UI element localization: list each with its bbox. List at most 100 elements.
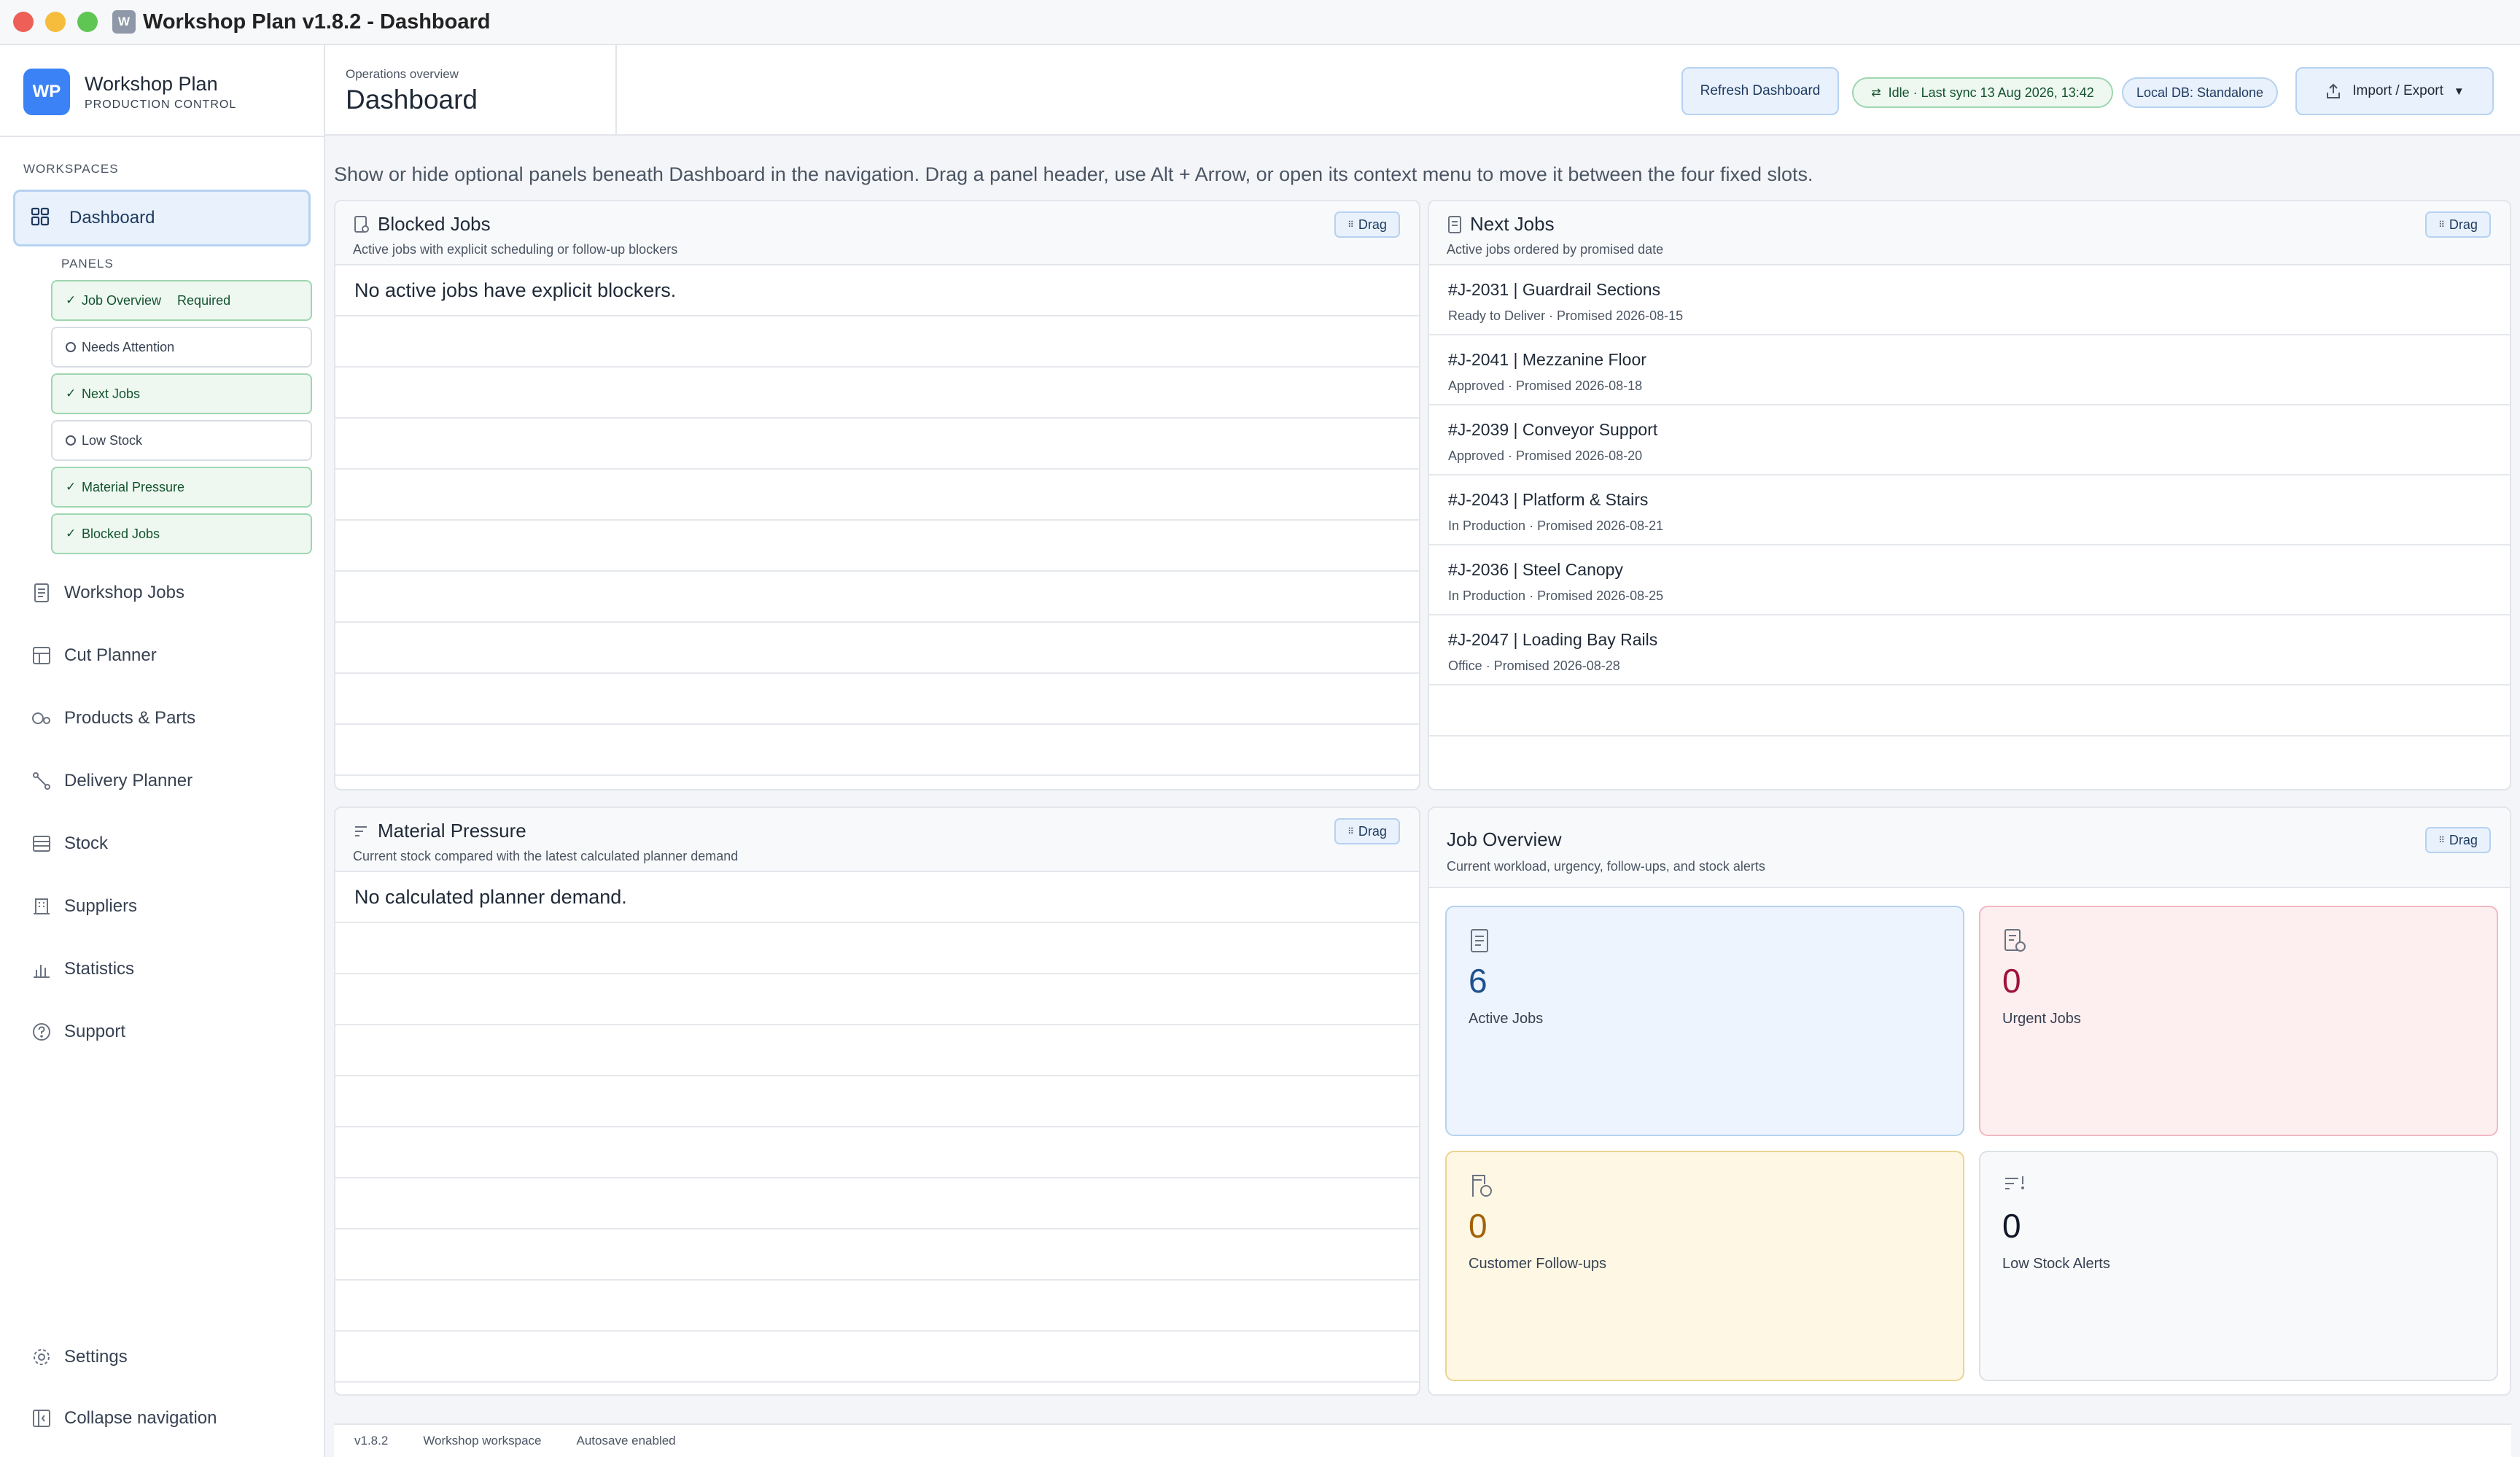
drag-label: Drag	[1358, 823, 1387, 839]
list-item[interactable]: #J-2039 | Conveyor Support Approved · Pr…	[1429, 405, 2510, 475]
stat-value: 0	[2002, 962, 2021, 1000]
workspaces-label: WORKSPACES	[23, 162, 119, 176]
low-stock-alerts-card[interactable]: 0 Low Stock Alerts	[1979, 1151, 2498, 1381]
sidebar-item-products-parts[interactable]: Products & Parts	[29, 706, 195, 731]
sidebar-item-label: Delivery Planner	[64, 771, 193, 790]
panel-toggle-job-overview[interactable]: ✓ Job Overview Required	[51, 280, 312, 321]
sidebar-divider	[0, 136, 325, 137]
panel-title: Job Overview	[1447, 828, 1562, 850]
active-jobs-card[interactable]: 6 Active Jobs	[1445, 906, 1964, 1136]
zoom-window-button[interactable]	[77, 12, 98, 32]
blocked-jobs-list: No active jobs have explicit blockers.	[335, 265, 1419, 789]
panel-title: Material Pressure	[378, 820, 526, 842]
panel-title: Blocked Jobs	[378, 213, 491, 235]
import-export-label: Import / Export	[2352, 83, 2443, 98]
next-jobs-panel: Next Jobs Active jobs ordered by promise…	[1428, 200, 2511, 790]
title-bar: W Workshop Plan v1.8.2 - Dashboard	[0, 0, 2520, 45]
sidebar-item-workshop-jobs[interactable]: Workshop Jobs	[29, 580, 184, 605]
panel-subtitle: Active jobs with explicit scheduling or …	[353, 242, 678, 257]
urgent-jobs-card[interactable]: 0 Urgent Jobs	[1979, 906, 2498, 1136]
sidebar-item-settings[interactable]: Settings	[29, 1345, 128, 1369]
panel-toggle-needs-attention[interactable]: Needs Attention	[51, 327, 312, 368]
drag-handle-button[interactable]: ⠿ Drag	[1334, 818, 1400, 844]
route-icon	[29, 769, 54, 793]
grip-icon: ⠿	[2438, 219, 2445, 230]
sync-icon: ⇄	[1871, 87, 1881, 99]
collapse-navigation-button[interactable]: Collapse navigation	[29, 1406, 217, 1431]
panel-title: Next Jobs	[1470, 213, 1555, 235]
sync-status-text: Idle · Last sync 13 Aug 2026, 13:42	[1888, 85, 2094, 100]
list-item	[335, 1127, 1419, 1178]
import-export-button[interactable]: Import / Export ▼	[2295, 67, 2494, 115]
follow-up-icon	[1469, 1173, 1495, 1199]
job-meta: In Production · Promised 2026-08-21	[1448, 518, 1664, 533]
drag-label: Drag	[2449, 217, 2478, 232]
drag-handle-button[interactable]: ⠿ Drag	[1334, 211, 1400, 238]
brand: WP Workshop Plan PRODUCTION CONTROL	[23, 69, 236, 115]
panel-header[interactable]: Job Overview Current workload, urgency, …	[1429, 808, 2510, 888]
sidebar-item-label: Statistics	[64, 959, 135, 979]
panel-toggle-label: Low Stock	[82, 432, 143, 448]
job-title: #J-2043 | Platform & Stairs	[1448, 490, 1649, 509]
sidebar-item-statistics[interactable]: Statistics	[29, 957, 134, 982]
panel-header[interactable]: Material Pressure Current stock compared…	[335, 808, 1419, 872]
panel-subtitle: Current workload, urgency, follow-ups, a…	[1447, 859, 1765, 874]
sidebar-item-label: Products & Parts	[64, 708, 196, 728]
job-overview-panel: Job Overview Current workload, urgency, …	[1428, 807, 2511, 1396]
list-item[interactable]: #J-2043 | Platform & Stairs In Productio…	[1429, 475, 2510, 545]
job-meta: Ready to Deliver · Promised 2026-08-15	[1448, 308, 1684, 323]
list-item[interactable]: #J-2041 | Mezzanine Floor Approved · Pro…	[1429, 335, 2510, 405]
sidebar-item-cut-planner[interactable]: Cut Planner	[29, 643, 157, 668]
grip-icon: ⠿	[1348, 219, 1354, 230]
list-item[interactable]: #J-2047 | Loading Bay Rails Office · Pro…	[1429, 615, 2510, 685]
grip-icon: ⠿	[2438, 835, 2445, 845]
filter-icon	[353, 823, 370, 840]
empty-state: No calculated planner demand.	[335, 872, 1419, 923]
footer-autosave: Autosave enabled	[576, 1434, 676, 1448]
sidebar-item-support[interactable]: Support	[29, 1019, 125, 1044]
list-item	[335, 974, 1419, 1025]
list-item	[335, 1076, 1419, 1127]
minimize-window-button[interactable]	[45, 12, 66, 32]
drag-label: Drag	[2449, 832, 2478, 847]
sidebar-item-stock[interactable]: Stock	[29, 831, 108, 856]
sidebar-item-label: Cut Planner	[64, 645, 157, 665]
list-item[interactable]: #J-2031 | Guardrail Sections Ready to De…	[1429, 265, 2510, 335]
panels-label: PANELS	[61, 257, 114, 271]
panel-header[interactable]: Blocked Jobs Active jobs with explicit s…	[335, 201, 1419, 265]
check-icon: ✓	[66, 386, 77, 400]
sidebar-item-suppliers[interactable]: Suppliers	[29, 894, 137, 919]
stat-value: 0	[2002, 1207, 2021, 1245]
empty-state: No active jobs have explicit blockers.	[335, 265, 1419, 316]
job-title: #J-2031 | Guardrail Sections	[1448, 280, 1661, 299]
drag-handle-button[interactable]: ⠿ Drag	[2425, 211, 2491, 238]
material-pressure-list: No calculated planner demand.	[335, 872, 1419, 1394]
panel-toggle-low-stock[interactable]: Low Stock	[51, 420, 312, 461]
stock-icon	[29, 831, 54, 856]
stat-label: Low Stock Alerts	[2002, 1256, 2110, 1272]
list-item[interactable]: #J-2036 | Steel Canopy In Production · P…	[1429, 545, 2510, 615]
collapse-icon	[29, 1406, 54, 1431]
material-pressure-panel: Material Pressure Current stock compared…	[334, 807, 1420, 1396]
refresh-dashboard-button[interactable]: Refresh Dashboard	[1681, 67, 1839, 115]
customer-follow-ups-card[interactable]: 0 Customer Follow-ups	[1445, 1151, 1964, 1381]
sidebar-item-label: Stock	[64, 834, 109, 853]
sidebar-item-dashboard[interactable]: Dashboard	[13, 190, 311, 246]
panel-header[interactable]: Next Jobs Active jobs ordered by promise…	[1429, 201, 2510, 265]
close-window-button[interactable]	[13, 12, 34, 32]
blocked-jobs-panel: Blocked Jobs Active jobs with explicit s…	[334, 200, 1420, 790]
list-item	[335, 1229, 1419, 1281]
panel-toggle-next-jobs[interactable]: ✓ Next Jobs	[51, 373, 312, 414]
sidebar-item-delivery-planner[interactable]: Delivery Planner	[29, 769, 192, 793]
document-icon	[29, 580, 54, 605]
panel-toggle-blocked-jobs[interactable]: ✓ Blocked Jobs	[51, 513, 312, 554]
drag-handle-button[interactable]: ⠿ Drag	[2425, 827, 2491, 853]
brand-subtitle: PRODUCTION CONTROL	[85, 98, 237, 111]
breadcrumb: Operations overview Dashboard	[325, 45, 617, 136]
list-item	[335, 316, 1419, 368]
document-icon	[1469, 928, 1495, 954]
list-item	[335, 1332, 1419, 1383]
blocked-document-icon	[353, 215, 370, 234]
panel-toggle-material-pressure[interactable]: ✓ Material Pressure	[51, 467, 312, 508]
drag-label: Drag	[1358, 217, 1387, 232]
